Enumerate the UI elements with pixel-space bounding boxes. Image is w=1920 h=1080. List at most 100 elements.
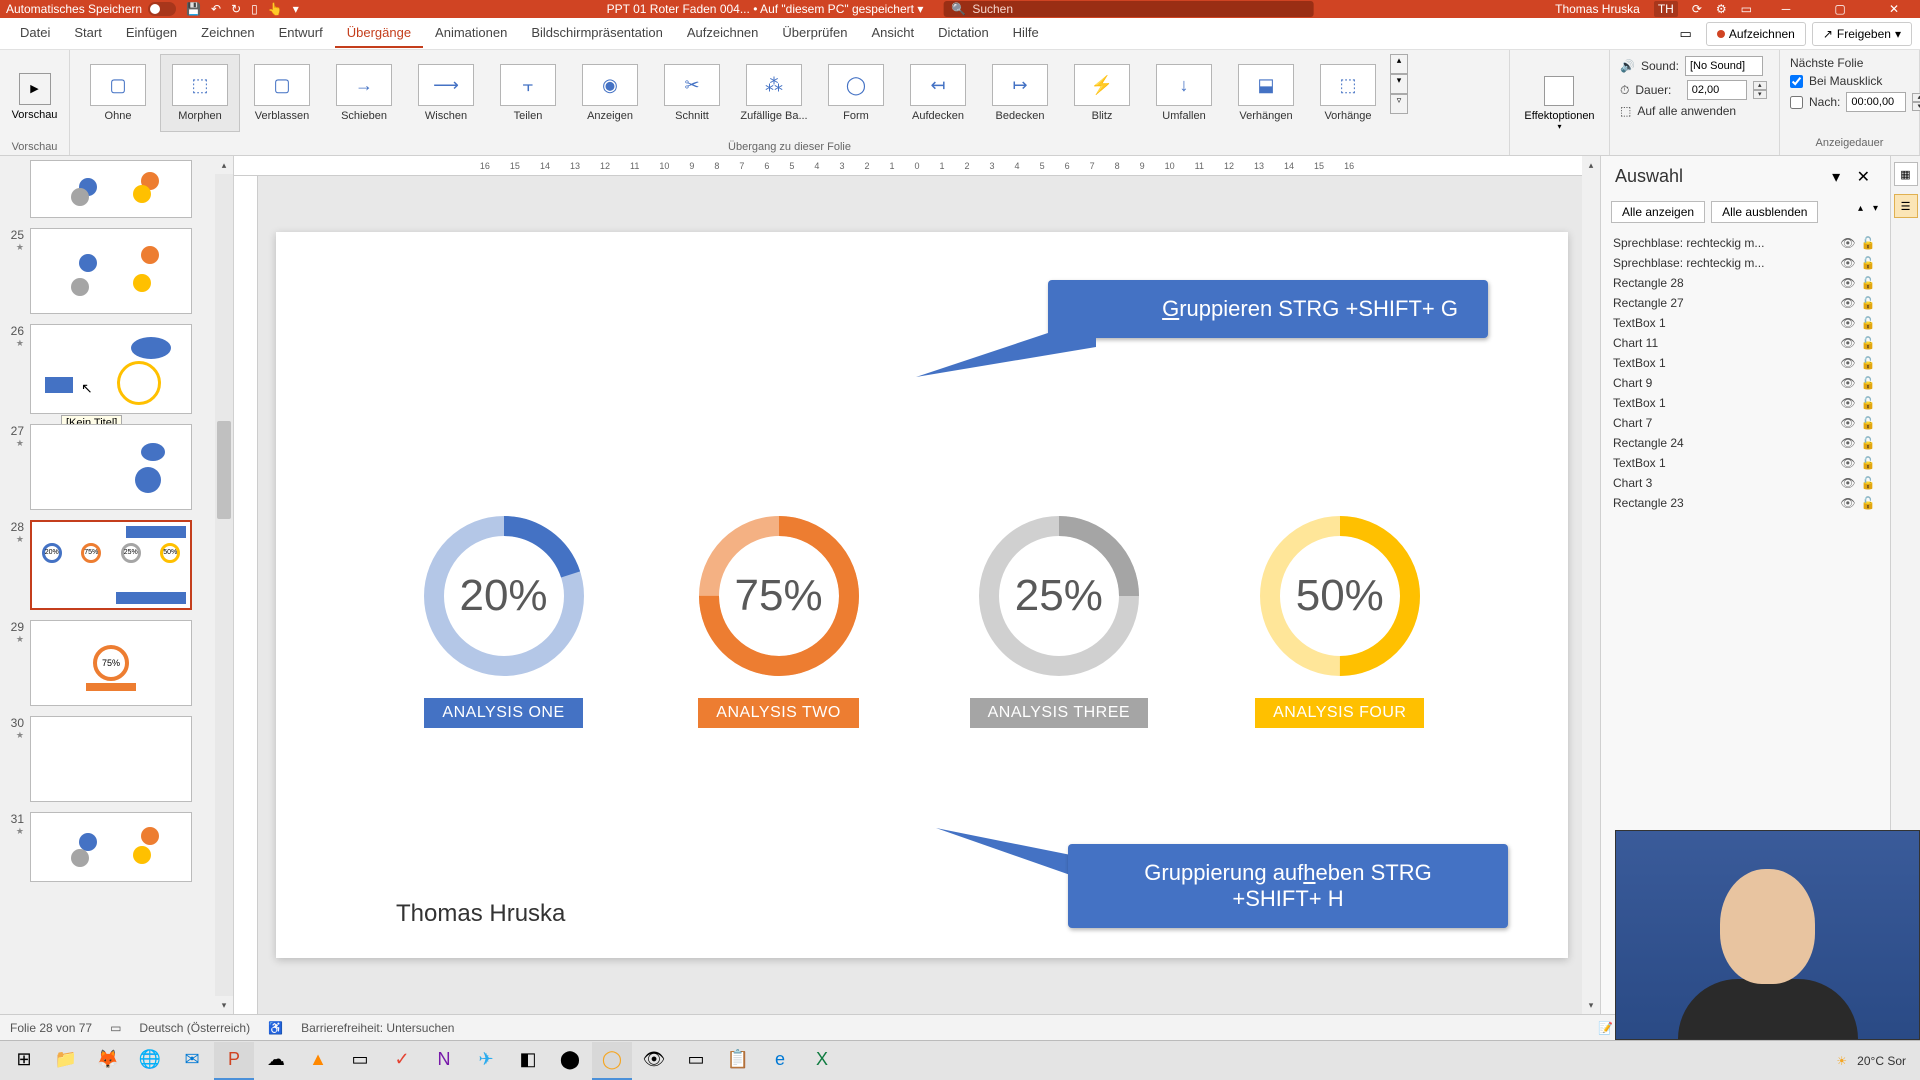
selection-item[interactable]: Rectangle 28👁🔓: [1605, 273, 1886, 293]
selection-item[interactable]: Chart 11👁🔓: [1605, 333, 1886, 353]
app-icon[interactable]: 👁: [634, 1042, 674, 1080]
toggle-switch[interactable]: [148, 2, 176, 16]
autosave-toggle[interactable]: Automatisches Speichern: [6, 2, 176, 16]
visibility-icon[interactable]: 👁: [1838, 256, 1858, 270]
app-icon[interactable]: 📋: [718, 1042, 758, 1080]
donut-chart[interactable]: 20% ANALYSIS ONE: [420, 512, 588, 728]
menu-tab-datei[interactable]: Datei: [8, 19, 62, 48]
visibility-icon[interactable]: 👁: [1838, 456, 1858, 470]
visibility-icon[interactable]: 👁: [1838, 336, 1858, 350]
scroll-down-icon[interactable]: ▾: [1582, 996, 1600, 1014]
lock-icon[interactable]: 🔓: [1858, 356, 1878, 370]
sound-select[interactable]: [1685, 56, 1763, 76]
menu-tab-bildschirmpräsentation[interactable]: Bildschirmpräsentation: [519, 19, 675, 48]
settings-icon[interactable]: ⚙: [1716, 2, 1727, 16]
after-spinner[interactable]: ▴▾: [1912, 93, 1920, 111]
scroll-down-icon[interactable]: ▾: [215, 996, 233, 1014]
selection-item[interactable]: TextBox 1👁🔓: [1605, 353, 1886, 373]
slide-counter[interactable]: Folie 28 von 77: [10, 1021, 92, 1035]
minimize-button[interactable]: ─: [1766, 0, 1806, 18]
transition-teilen[interactable]: ⫟Teilen: [488, 54, 568, 132]
menu-tab-animationen[interactable]: Animationen: [423, 19, 519, 48]
transition-schnitt[interactable]: ✂Schnitt: [652, 54, 732, 132]
transition-zufällige ba...[interactable]: ⁂Zufällige Ba...: [734, 54, 814, 132]
slide-thumbnail-28[interactable]: 20%75%25%50%: [30, 520, 192, 610]
menu-tab-entwurf[interactable]: Entwurf: [267, 19, 335, 48]
transitions-more-button[interactable]: ▴▾▿: [1390, 54, 1408, 114]
selection-item[interactable]: Chart 9👁🔓: [1605, 373, 1886, 393]
donut-chart[interactable]: 50% ANALYSIS FOUR: [1255, 512, 1424, 728]
visibility-icon[interactable]: 👁: [1838, 296, 1858, 310]
sidebar-tab-1[interactable]: ▦: [1894, 162, 1918, 186]
visibility-icon[interactable]: 👁: [1838, 476, 1858, 490]
effect-options-button[interactable]: Effektoptionen ▾: [1524, 76, 1594, 131]
chrome-icon[interactable]: 🌐: [130, 1042, 170, 1080]
sync-icon[interactable]: ⟳: [1692, 2, 1702, 16]
lock-icon[interactable]: 🔓: [1858, 296, 1878, 310]
lock-icon[interactable]: 🔓: [1858, 476, 1878, 490]
todoist-icon[interactable]: ✓: [382, 1042, 422, 1080]
app-icon[interactable]: ◧: [508, 1042, 548, 1080]
slide-thumbnail-27[interactable]: [30, 424, 192, 510]
selection-item[interactable]: Sprechblase: rechteckig m...👁🔓: [1605, 233, 1886, 253]
lock-icon[interactable]: 🔓: [1858, 456, 1878, 470]
menu-tab-ansicht[interactable]: Ansicht: [859, 19, 926, 48]
visibility-icon[interactable]: 👁: [1838, 416, 1858, 430]
share-button[interactable]: ↗Freigeben ▾: [1812, 22, 1912, 46]
transition-blitz[interactable]: ⚡Blitz: [1062, 54, 1142, 132]
transition-aufdecken[interactable]: ↤Aufdecken: [898, 54, 978, 132]
transition-umfallen[interactable]: ↓Umfallen: [1144, 54, 1224, 132]
selection-item[interactable]: Rectangle 23👁🔓: [1605, 493, 1886, 513]
analysis-label[interactable]: ANALYSIS FOUR: [1255, 698, 1424, 728]
selection-item[interactable]: TextBox 1👁🔓: [1605, 393, 1886, 413]
menu-tab-überprüfen[interactable]: Überprüfen: [770, 19, 859, 48]
duration-spinner[interactable]: ▴▾: [1753, 81, 1767, 99]
present-icon[interactable]: ▯: [251, 2, 258, 16]
selection-item[interactable]: Rectangle 24👁🔓: [1605, 433, 1886, 453]
sidebar-tab-selection[interactable]: ☰: [1894, 194, 1918, 218]
callout-ungroup[interactable]: Gruppierung aufheben STRG +SHIFT+ H: [1068, 844, 1508, 928]
telegram-icon[interactable]: ✈: [466, 1042, 506, 1080]
apply-all-button[interactable]: ⬚Auf alle anwenden: [1620, 104, 1769, 118]
author-text[interactable]: Thomas Hruska: [396, 900, 565, 928]
transition-vorhänge[interactable]: ⬚Vorhänge: [1308, 54, 1388, 132]
maximize-button[interactable]: ▢: [1820, 0, 1860, 18]
analysis-label[interactable]: ANALYSIS TWO: [698, 698, 859, 728]
analysis-label[interactable]: ANALYSIS ONE: [424, 698, 582, 728]
slide-thumbnail-partial[interactable]: [30, 160, 192, 218]
slide-thumbnail-26[interactable]: ↖[Kein Titel]: [30, 324, 192, 414]
move-down-icon[interactable]: ▾: [1871, 201, 1880, 223]
lock-icon[interactable]: 🔓: [1858, 396, 1878, 410]
outlook-icon[interactable]: ✉: [172, 1042, 212, 1080]
donut-chart[interactable]: 25% ANALYSIS THREE: [970, 512, 1148, 728]
close-button[interactable]: ✕: [1874, 0, 1914, 18]
menu-tab-hilfe[interactable]: Hilfe: [1001, 19, 1051, 48]
menu-tab-dictation[interactable]: Dictation: [926, 19, 1001, 48]
transition-schieben[interactable]: →Schieben: [324, 54, 404, 132]
menu-tab-zeichnen[interactable]: Zeichnen: [189, 19, 266, 48]
user-name[interactable]: Thomas Hruska: [1555, 2, 1640, 16]
visibility-icon[interactable]: 👁: [1838, 436, 1858, 450]
menu-tab-aufzeichnen[interactable]: Aufzeichnen: [675, 19, 771, 48]
selection-item[interactable]: Chart 3👁🔓: [1605, 473, 1886, 493]
transition-anzeigen[interactable]: ◉Anzeigen: [570, 54, 650, 132]
visibility-icon[interactable]: 👁: [1838, 236, 1858, 250]
app-icon[interactable]: ▭: [676, 1042, 716, 1080]
visibility-icon[interactable]: 👁: [1838, 496, 1858, 510]
app-icon[interactable]: ☁: [256, 1042, 296, 1080]
transition-verhängen[interactable]: ⬓Verhängen: [1226, 54, 1306, 132]
save-icon[interactable]: 💾: [186, 2, 201, 16]
search-box[interactable]: 🔍 Suchen: [943, 1, 1313, 17]
move-up-icon[interactable]: ▴: [1856, 201, 1865, 223]
firefox-icon[interactable]: 🦊: [88, 1042, 128, 1080]
after-checkbox[interactable]: [1790, 96, 1803, 109]
powerpoint-icon[interactable]: P: [214, 1042, 254, 1080]
obs-icon[interactable]: ⬤: [550, 1042, 590, 1080]
on-click-checkbox[interactable]: [1790, 75, 1803, 88]
touch-icon[interactable]: 👆: [268, 2, 283, 16]
donut-chart[interactable]: 75% ANALYSIS TWO: [695, 512, 863, 728]
notifications-icon[interactable]: ▭: [1741, 2, 1752, 16]
selection-item[interactable]: TextBox 1👁🔓: [1605, 453, 1886, 473]
slide-thumbnail-29[interactable]: 75%: [30, 620, 192, 706]
slide-canvas[interactable]: Gruppieren STRG +SHIFT+ G 20% ANALYSIS O…: [276, 232, 1568, 958]
